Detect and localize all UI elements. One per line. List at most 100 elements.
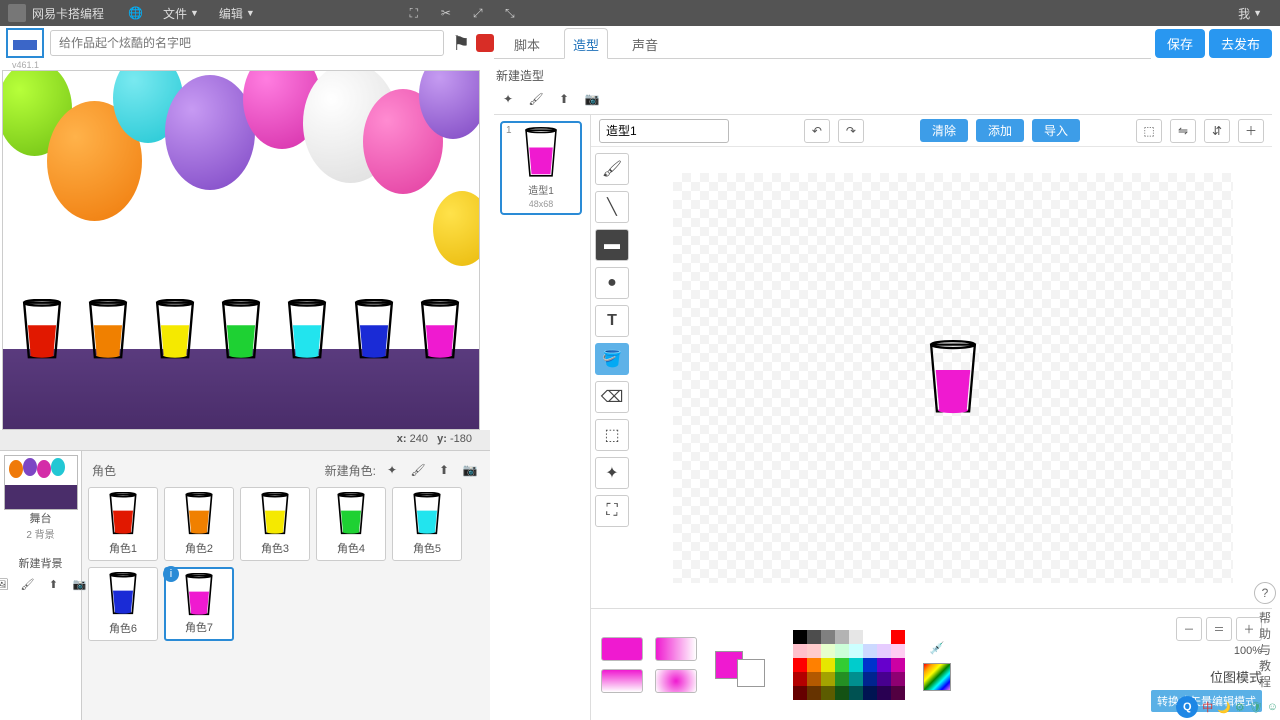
stop-button[interactable] <box>476 34 494 52</box>
ime-indicator[interactable]: 中 <box>1202 699 1213 715</box>
tray-moon-icon[interactable]: 🌙 <box>1217 701 1231 714</box>
sprite-camera-icon[interactable]: 📷 <box>460 461 480 479</box>
palette-swatch[interactable] <box>877 686 891 700</box>
palette-swatch[interactable] <box>835 658 849 672</box>
palette-swatch[interactable] <box>793 686 807 700</box>
tray-smile-icon[interactable]: ☺ <box>1267 701 1278 713</box>
add-button[interactable]: 添加 <box>976 119 1024 142</box>
tray-shield-icon[interactable]: 🛡 <box>1249 701 1263 714</box>
tab-costumes[interactable]: 造型 <box>564 28 608 59</box>
eyedropper-icon[interactable]: 💉 <box>927 639 947 657</box>
palette-swatch[interactable] <box>807 672 821 686</box>
crop-icon[interactable]: ⬚ <box>1136 119 1162 143</box>
palette-swatch[interactable] <box>807 658 821 672</box>
menu-me[interactable]: 我▼ <box>1238 5 1262 22</box>
tab-scripts[interactable]: 脚本 <box>506 29 548 58</box>
costume-paint-icon[interactable]: 🖌 <box>526 90 546 108</box>
stage-size-toggle[interactable] <box>6 28 44 58</box>
palette-swatch[interactable] <box>835 630 849 644</box>
palette-swatch[interactable] <box>821 630 835 644</box>
sprite-card[interactable]: 角色1 <box>88 487 158 561</box>
palette-swatch[interactable] <box>821 672 835 686</box>
paint-canvas[interactable] <box>673 173 1233 583</box>
fill-grad-h[interactable] <box>655 637 697 661</box>
tool-fill[interactable]: 🪣 <box>595 343 629 375</box>
palette-swatch[interactable] <box>863 672 877 686</box>
tray-gear-icon[interactable]: ⚙ <box>1235 701 1245 714</box>
palette-swatch[interactable] <box>793 672 807 686</box>
backdrop-paint-icon[interactable]: 🖌 <box>18 575 38 593</box>
center-icon[interactable]: ＋ <box>1238 119 1264 143</box>
palette-swatch[interactable] <box>863 644 877 658</box>
palette-swatch[interactable] <box>891 630 905 644</box>
tool-eraser[interactable]: ⌫ <box>595 381 629 413</box>
palette-swatch[interactable] <box>877 630 891 644</box>
palette-swatch[interactable] <box>891 658 905 672</box>
stage-cup[interactable] <box>282 299 332 361</box>
menu-edit[interactable]: 编辑▼ <box>219 5 255 22</box>
stage-cup[interactable] <box>83 299 133 361</box>
palette-swatch[interactable] <box>863 686 877 700</box>
palette-swatch[interactable] <box>863 630 877 644</box>
stage-thumbnail[interactable] <box>4 455 78 510</box>
tool-line[interactable]: ╲ <box>595 191 629 223</box>
sprite-card[interactable]: 角色5 <box>392 487 462 561</box>
sprite-card[interactable]: 角色6 <box>88 567 158 641</box>
publish-button[interactable]: 去发布 <box>1209 29 1272 58</box>
palette-swatch[interactable] <box>793 630 807 644</box>
globe-icon[interactable]: 🌐 <box>128 6 143 20</box>
stage-cup[interactable] <box>415 299 465 361</box>
tool-stamp[interactable]: ⛶ <box>595 495 629 527</box>
palette-swatch[interactable] <box>807 686 821 700</box>
backdrop-upload-icon[interactable]: ⬆ <box>44 575 64 593</box>
stage-cup[interactable] <box>216 299 266 361</box>
redo-button[interactable]: ↷ <box>838 119 864 143</box>
clear-button[interactable]: 清除 <box>920 119 968 142</box>
import-button[interactable]: 导入 <box>1032 119 1080 142</box>
tab-sounds[interactable]: 声音 <box>624 29 666 58</box>
palette-swatch[interactable] <box>849 686 863 700</box>
costume-name-input[interactable] <box>599 119 729 143</box>
sprite-card[interactable]: 角色2 <box>164 487 234 561</box>
tool-rect[interactable]: ▬ <box>595 229 629 261</box>
palette-swatch[interactable] <box>849 644 863 658</box>
palette-swatch[interactable] <box>807 630 821 644</box>
costume-library-icon[interactable]: ✦ <box>498 90 518 108</box>
stamp-icon[interactable]: ⛶ <box>405 4 423 22</box>
shrink-icon[interactable]: ⤡ <box>501 4 519 22</box>
tool-ellipse[interactable]: ● <box>595 267 629 299</box>
stage-cup[interactable] <box>349 299 399 361</box>
sprite-paint-icon[interactable]: 🖌 <box>408 461 428 479</box>
palette-swatch[interactable] <box>877 672 891 686</box>
costume-upload-icon[interactable]: ⬆ <box>554 90 574 108</box>
stage-cup[interactable] <box>17 299 67 361</box>
sprite-card[interactable]: 角色3 <box>240 487 310 561</box>
palette-swatch[interactable] <box>891 686 905 700</box>
flip-v-icon[interactable]: ⇵ <box>1204 119 1230 143</box>
palette-swatch[interactable] <box>863 658 877 672</box>
scissors-icon[interactable]: ✂ <box>437 4 455 22</box>
palette-swatch[interactable] <box>821 686 835 700</box>
palette-swatch[interactable] <box>835 686 849 700</box>
tool-text[interactable]: T <box>595 305 629 337</box>
qq-icon[interactable]: Q <box>1176 696 1198 718</box>
project-name-input[interactable] <box>50 30 444 56</box>
palette-swatch[interactable] <box>821 658 835 672</box>
palette-swatch[interactable] <box>807 644 821 658</box>
fill-grad-r[interactable] <box>655 669 697 693</box>
save-button[interactable]: 保存 <box>1155 29 1205 58</box>
color-picker-icon[interactable] <box>923 663 951 691</box>
palette-swatch[interactable] <box>835 672 849 686</box>
tool-wand[interactable]: ✦ <box>595 457 629 489</box>
costume-camera-icon[interactable]: 📷 <box>582 90 602 108</box>
tool-brush[interactable]: 🖌 <box>595 153 629 185</box>
zoom-reset-button[interactable]: ＝ <box>1206 617 1232 641</box>
fill-solid[interactable] <box>601 637 643 661</box>
zoom-out-button[interactable]: － <box>1176 617 1202 641</box>
help-button[interactable]: ? <box>1254 582 1276 604</box>
fill-grad-v[interactable] <box>601 669 643 693</box>
grow-icon[interactable]: ⤢ <box>469 4 487 22</box>
palette-swatch[interactable] <box>891 672 905 686</box>
palette-swatch[interactable] <box>849 630 863 644</box>
sprite-card[interactable]: i 角色7 <box>164 567 234 641</box>
